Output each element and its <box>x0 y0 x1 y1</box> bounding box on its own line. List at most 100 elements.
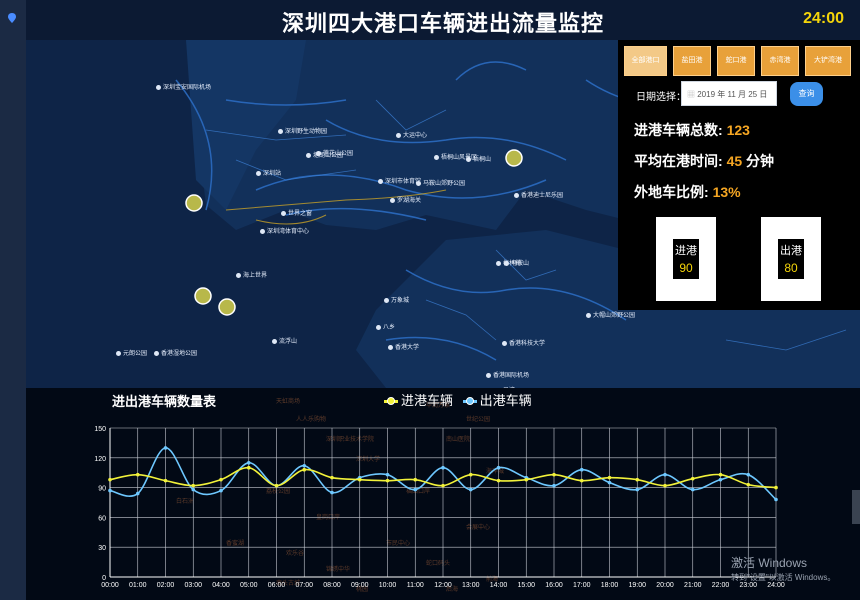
stat-avg-label: 平均在港时间: <box>634 153 723 169</box>
x-tick-label: 05:00 <box>240 582 258 589</box>
tab-yantian[interactable]: 盐田港 <box>673 46 711 76</box>
port-marker-dachanwan[interactable] <box>218 298 236 316</box>
x-tick-label: 21:00 <box>684 582 702 589</box>
stat-total-value: 123 <box>726 122 750 138</box>
y-tick-label: 0 <box>102 575 106 582</box>
data-point-in <box>663 483 667 488</box>
control-panel: 全部港口 盐田港 蛇口港 赤湾港 大铲湾港 日期选择： ▦ 2019 年 11 … <box>618 40 860 310</box>
data-point-out <box>246 460 251 465</box>
y-tick-label: 60 <box>98 515 106 522</box>
x-tick-label: 10:00 <box>379 582 397 589</box>
map-label: 八乡 <box>376 322 395 331</box>
map-label: 香港国际机场 <box>486 370 529 379</box>
map-label: 大运中心 <box>396 130 427 139</box>
x-tick-label: 12:00 <box>434 582 452 589</box>
map-label: 莲花山公园 <box>316 148 353 157</box>
x-tick-label: 13:00 <box>462 582 480 589</box>
x-tick-label: 04:00 <box>212 582 230 589</box>
query-button[interactable]: 查询 <box>790 82 823 106</box>
data-point-in <box>219 477 223 482</box>
tab-chiwan[interactable]: 赤湾港 <box>761 46 799 76</box>
in-port-value: 90 <box>679 261 693 275</box>
map-label: 大帽山郊野公园 <box>586 310 635 319</box>
port-marker-shekou[interactable] <box>185 194 203 212</box>
data-point-out <box>635 487 640 492</box>
x-tick-label: 03:00 <box>184 582 202 589</box>
map-label: 深圳市体育馆 <box>378 176 421 185</box>
x-tick-label: 01:00 <box>129 582 147 589</box>
stat-total: 进港车辆总数: 123 <box>634 120 750 140</box>
side-strip <box>0 0 27 600</box>
y-tick-label: 90 <box>98 486 106 493</box>
data-point-in <box>746 482 751 487</box>
data-point-in <box>524 477 529 482</box>
calendar-icon: ▦ <box>687 90 698 99</box>
data-point-in <box>496 478 501 483</box>
data-point-out <box>579 467 584 472</box>
data-point-out <box>135 491 140 496</box>
data-point-out <box>746 472 751 477</box>
map-label: 万象城 <box>384 295 409 304</box>
tab-shekou[interactable]: 蛇口港 <box>717 46 755 76</box>
map-label: 深圳宝安国际机场 <box>156 82 211 91</box>
data-point-out <box>690 487 695 492</box>
in-port-display: 进港 90 <box>673 239 699 279</box>
map-label: 梧桐山风景区 <box>434 152 477 161</box>
x-tick-label: 16:00 <box>545 582 563 589</box>
data-point-in <box>413 477 418 482</box>
data-point-in <box>274 483 279 488</box>
data-point-in <box>191 483 196 488</box>
data-point-in <box>552 472 556 477</box>
data-point-out <box>330 490 334 495</box>
data-point-in <box>330 475 334 480</box>
data-point-out <box>552 483 556 488</box>
data-point-out <box>774 497 778 502</box>
stat-ratio-value: 13% <box>712 184 741 200</box>
map-label: 深圳站 <box>256 168 281 177</box>
data-point-out <box>663 472 667 477</box>
data-point-in <box>607 475 612 480</box>
out-port-value: 80 <box>784 261 798 275</box>
data-point-in <box>774 485 778 490</box>
x-tick-label: 09:00 <box>351 582 369 589</box>
map-label: 流浮山 <box>272 336 297 345</box>
out-port-card: 出港 80 <box>761 217 821 301</box>
y-tick-label: 120 <box>94 456 106 463</box>
x-tick-label: 11:00 <box>407 582 424 589</box>
in-port-card: 进港 90 <box>656 217 716 301</box>
map-label: 海上世界 <box>236 270 267 279</box>
data-point-in <box>635 477 640 482</box>
data-point-out <box>385 472 390 477</box>
header: 深圳四大港口车辆进出流量监控 24:00 <box>26 0 860 40</box>
x-tick-label: 17:00 <box>573 582 591 589</box>
y-tick-label: 30 <box>98 545 106 552</box>
data-point-in <box>441 483 445 488</box>
map-label: 香港大学 <box>388 342 419 351</box>
activation-watermark-sub: 转到"设置"以激活 Windows。 <box>731 573 836 582</box>
data-point-in <box>108 477 112 482</box>
x-tick-label: 22:00 <box>712 582 730 589</box>
stat-avg-value: 45 <box>726 153 743 169</box>
date-field[interactable]: ▦ 2019 年 11 月 25 日 <box>681 81 777 106</box>
port-marker-chiwan[interactable] <box>194 287 212 305</box>
map-label: 深圳野生动物园 <box>278 126 327 135</box>
stat-ratio-label: 外地车比例: <box>634 184 709 200</box>
stat-avg-unit: 分钟 <box>746 153 775 169</box>
scrollbar[interactable] <box>852 490 860 524</box>
stat-total-label: 进港车辆总数: <box>634 122 723 138</box>
data-point-out <box>163 446 168 450</box>
tab-dachanwan[interactable]: 大铲湾港 <box>805 46 851 76</box>
x-tick-label: 14:00 <box>490 582 508 589</box>
x-tick-label: 08:00 <box>323 582 341 589</box>
x-tick-label: 06:00 <box>268 582 286 589</box>
data-point-in <box>385 478 390 483</box>
data-point-out <box>468 487 473 492</box>
data-point-in <box>718 472 723 477</box>
map-label: 元朗公园 <box>116 348 147 357</box>
tab-all-ports[interactable]: 全部港口 <box>624 46 667 76</box>
map-label: 罗湖海关 <box>390 195 421 204</box>
port-marker-yantian[interactable] <box>505 149 523 167</box>
data-point-in <box>246 465 251 470</box>
data-point-in <box>357 477 362 482</box>
x-tick-label: 23:00 <box>739 582 757 589</box>
